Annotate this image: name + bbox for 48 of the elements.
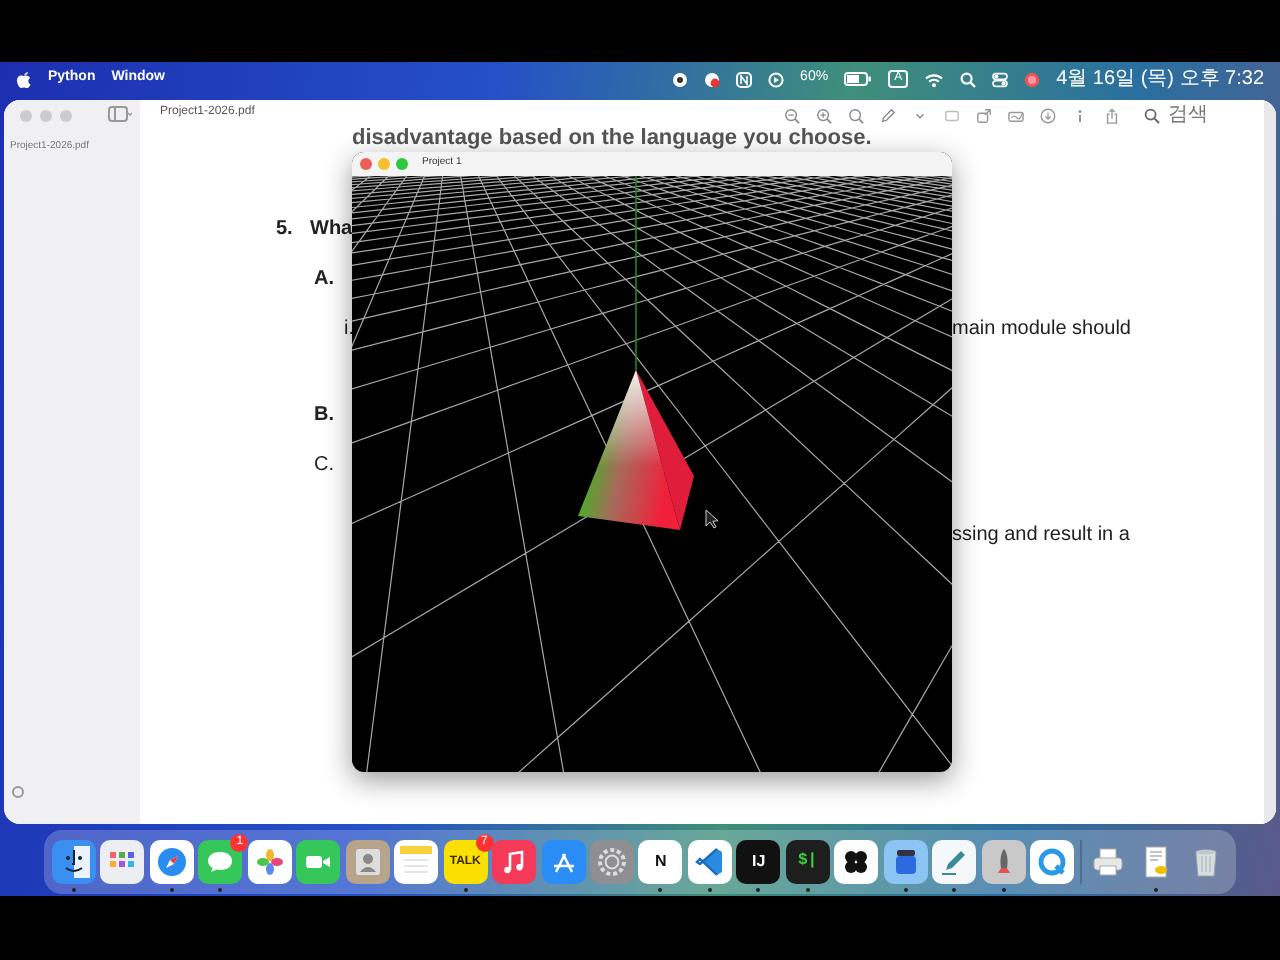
- download-circle-icon[interactable]: [1040, 107, 1056, 123]
- question-number: 5.: [276, 220, 293, 240]
- wifi-icon[interactable]: [924, 71, 945, 87]
- share-icon[interactable]: [1104, 107, 1120, 123]
- zoom-out-icon[interactable]: [784, 107, 800, 123]
- document-text: main module should: [952, 320, 1131, 340]
- pen-icon: [938, 846, 971, 878]
- control-center-icon[interactable]: [992, 71, 1009, 87]
- rectangle-icon[interactable]: [944, 107, 960, 123]
- trash-icon: [1189, 846, 1222, 878]
- expand-box-icon[interactable]: [976, 107, 992, 123]
- compass-icon: [155, 846, 188, 878]
- part-label: B.: [314, 406, 334, 426]
- sidebar-toggle-icon[interactable]: [108, 106, 132, 123]
- play-circle-icon[interactable]: [768, 71, 785, 87]
- ring-icon: [1036, 846, 1069, 878]
- dock-app-button[interactable]: [834, 840, 879, 884]
- contact-card-icon: [351, 846, 384, 878]
- clover-icon: [840, 846, 873, 878]
- battery-icon[interactable]: [844, 72, 873, 86]
- cursor-icon: [705, 509, 719, 529]
- question-text: Wha: [310, 220, 353, 240]
- record-icon[interactable]: [672, 71, 689, 87]
- ribbon-icon: [693, 846, 726, 878]
- part-label: C.: [314, 456, 334, 476]
- document-text: disadvantage based on the language you choose.: [352, 127, 872, 149]
- gear-icon: [595, 846, 628, 878]
- pen-icon[interactable]: [880, 107, 896, 123]
- document-text: ssing and result in a: [952, 526, 1130, 546]
- apple-logo-icon[interactable]: [16, 70, 32, 88]
- notepad-icon: [400, 846, 433, 878]
- menu-bar-clock[interactable]: 4월 16일 (목) 오후 7:32: [1056, 64, 1264, 94]
- note-icon[interactable]: [736, 71, 753, 87]
- document-icon: [1140, 846, 1173, 878]
- flower-icon: [253, 846, 286, 878]
- printer-icon: [1091, 846, 1124, 878]
- zoom-fit-icon[interactable]: [848, 107, 864, 123]
- search-icon: [1144, 107, 1160, 123]
- search-icon[interactable]: [960, 71, 977, 87]
- chat-bubble-icon: [204, 846, 237, 878]
- settings-icon[interactable]: [12, 785, 24, 798]
- zoom-in-icon[interactable]: [816, 107, 832, 123]
- search-field[interactable]: 검색: [1168, 100, 1248, 130]
- status-icon[interactable]: [704, 71, 721, 87]
- part-label: A.: [314, 270, 334, 290]
- orb-icon[interactable]: [1024, 71, 1041, 87]
- subpart-label: i.: [344, 320, 354, 340]
- signature-icon[interactable]: [1008, 107, 1024, 123]
